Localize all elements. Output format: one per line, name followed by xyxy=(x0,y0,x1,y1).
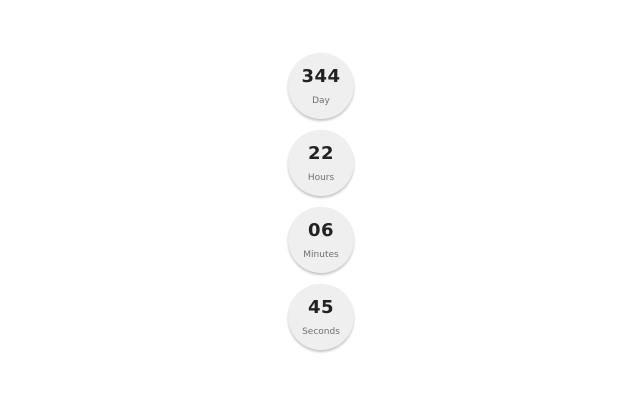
countdown-minutes: 06 Minutes xyxy=(288,207,354,273)
seconds-label: Seconds xyxy=(302,327,340,337)
countdown-days: 344 Day xyxy=(288,53,354,119)
countdown-timer: 344 Day 22 Hours 06 Minutes 45 Seconds xyxy=(0,0,640,405)
days-value: 344 xyxy=(301,66,341,87)
hours-value: 22 xyxy=(307,143,335,164)
countdown-hours: 22 Hours xyxy=(288,130,354,196)
minutes-value: 06 xyxy=(307,220,335,241)
minutes-label: Minutes xyxy=(303,250,339,260)
days-label: Day xyxy=(312,96,330,106)
hours-label: Hours xyxy=(307,173,335,183)
seconds-value: 45 xyxy=(307,297,335,318)
countdown-seconds: 45 Seconds xyxy=(288,284,354,350)
